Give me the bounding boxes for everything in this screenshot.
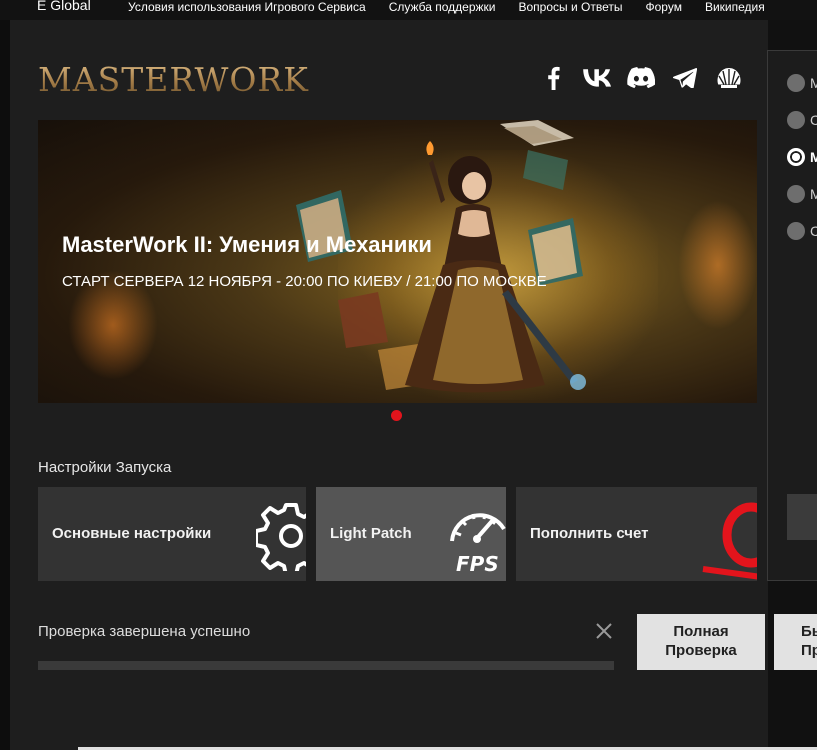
full-check-button[interactable]: Полная Проверка <box>637 614 765 670</box>
main-settings-tile[interactable]: Основные настройки <box>38 487 306 581</box>
fast-check-label-2: Пр <box>801 642 817 659</box>
facebook-icon[interactable] <box>538 64 568 92</box>
close-icon[interactable] <box>595 622 613 640</box>
server-radio-1[interactable] <box>787 74 805 92</box>
top-nav: E Global Условия использования Игрового … <box>0 0 817 20</box>
top-up-label: Пополнить счет <box>530 525 649 542</box>
banner-title: MasterWork II: Умения и Механики <box>62 232 432 257</box>
social-links <box>538 64 744 92</box>
light-patch-label: Light Patch <box>330 525 412 542</box>
fps-gauge-icon: FPS <box>450 513 506 576</box>
fast-check-label-1: Бы <box>801 623 817 640</box>
discord-icon[interactable] <box>626 64 656 92</box>
main-settings-label: Основные настройки <box>52 525 212 542</box>
full-check-label: Полная Проверка <box>665 623 737 659</box>
masterwork-logo: MASTERWORK <box>38 60 309 99</box>
shell-icon[interactable] <box>714 64 744 92</box>
brand-link[interactable]: E Global <box>37 0 91 13</box>
news-banner[interactable]: MasterWork II: Умения и Механики СТАРТ С… <box>38 120 757 403</box>
server-label-1: M <box>810 75 817 91</box>
server-label-5: C <box>810 223 817 239</box>
banner-subtitle: СТАРТ СЕРВЕРА 12 НОЯБРЯ - 20:00 ПО КИЕВУ… <box>62 273 547 290</box>
check-progress-fill <box>38 661 614 670</box>
telegram-icon[interactable] <box>670 64 700 92</box>
coin-icon <box>702 502 757 580</box>
svg-text:FPS: FPS <box>456 552 499 576</box>
top-up-tile[interactable]: Пополнить счет <box>516 487 757 581</box>
server-label-3: M <box>810 149 817 165</box>
nav-link-faq[interactable]: Вопросы и Ответы <box>519 0 623 18</box>
check-progress-bar <box>38 661 614 670</box>
server-radio-5[interactable] <box>787 222 805 240</box>
vk-icon[interactable] <box>582 64 612 92</box>
fast-check-button[interactable]: Бы Пр <box>774 614 817 670</box>
server-radio-4[interactable] <box>787 185 805 203</box>
server-panel-button[interactable] <box>787 494 817 540</box>
banner-artwork <box>296 120 586 393</box>
top-nav-links: Условия использования Игрового Сервиса С… <box>128 0 765 18</box>
server-label-4: M <box>810 186 817 202</box>
carousel-dot-active[interactable] <box>391 410 402 421</box>
server-radio-2[interactable] <box>787 111 805 129</box>
server-radio-3[interactable] <box>787 148 805 166</box>
nav-link-wiki[interactable]: Википедия <box>705 0 765 18</box>
nav-link-support[interactable]: Служба поддержки <box>389 0 496 18</box>
gear-icon <box>256 503 306 571</box>
launch-settings-title: Настройки Запуска <box>38 459 172 476</box>
server-label-2: C <box>810 112 817 128</box>
light-patch-tile[interactable]: Light Patch FPS <box>316 487 506 581</box>
nav-link-forum[interactable]: Форум <box>646 0 682 18</box>
nav-link-terms[interactable]: Условия использования Игрового Сервиса <box>128 0 366 18</box>
status-text: Проверка завершена успешно <box>38 623 251 640</box>
left-gutter <box>0 20 10 750</box>
